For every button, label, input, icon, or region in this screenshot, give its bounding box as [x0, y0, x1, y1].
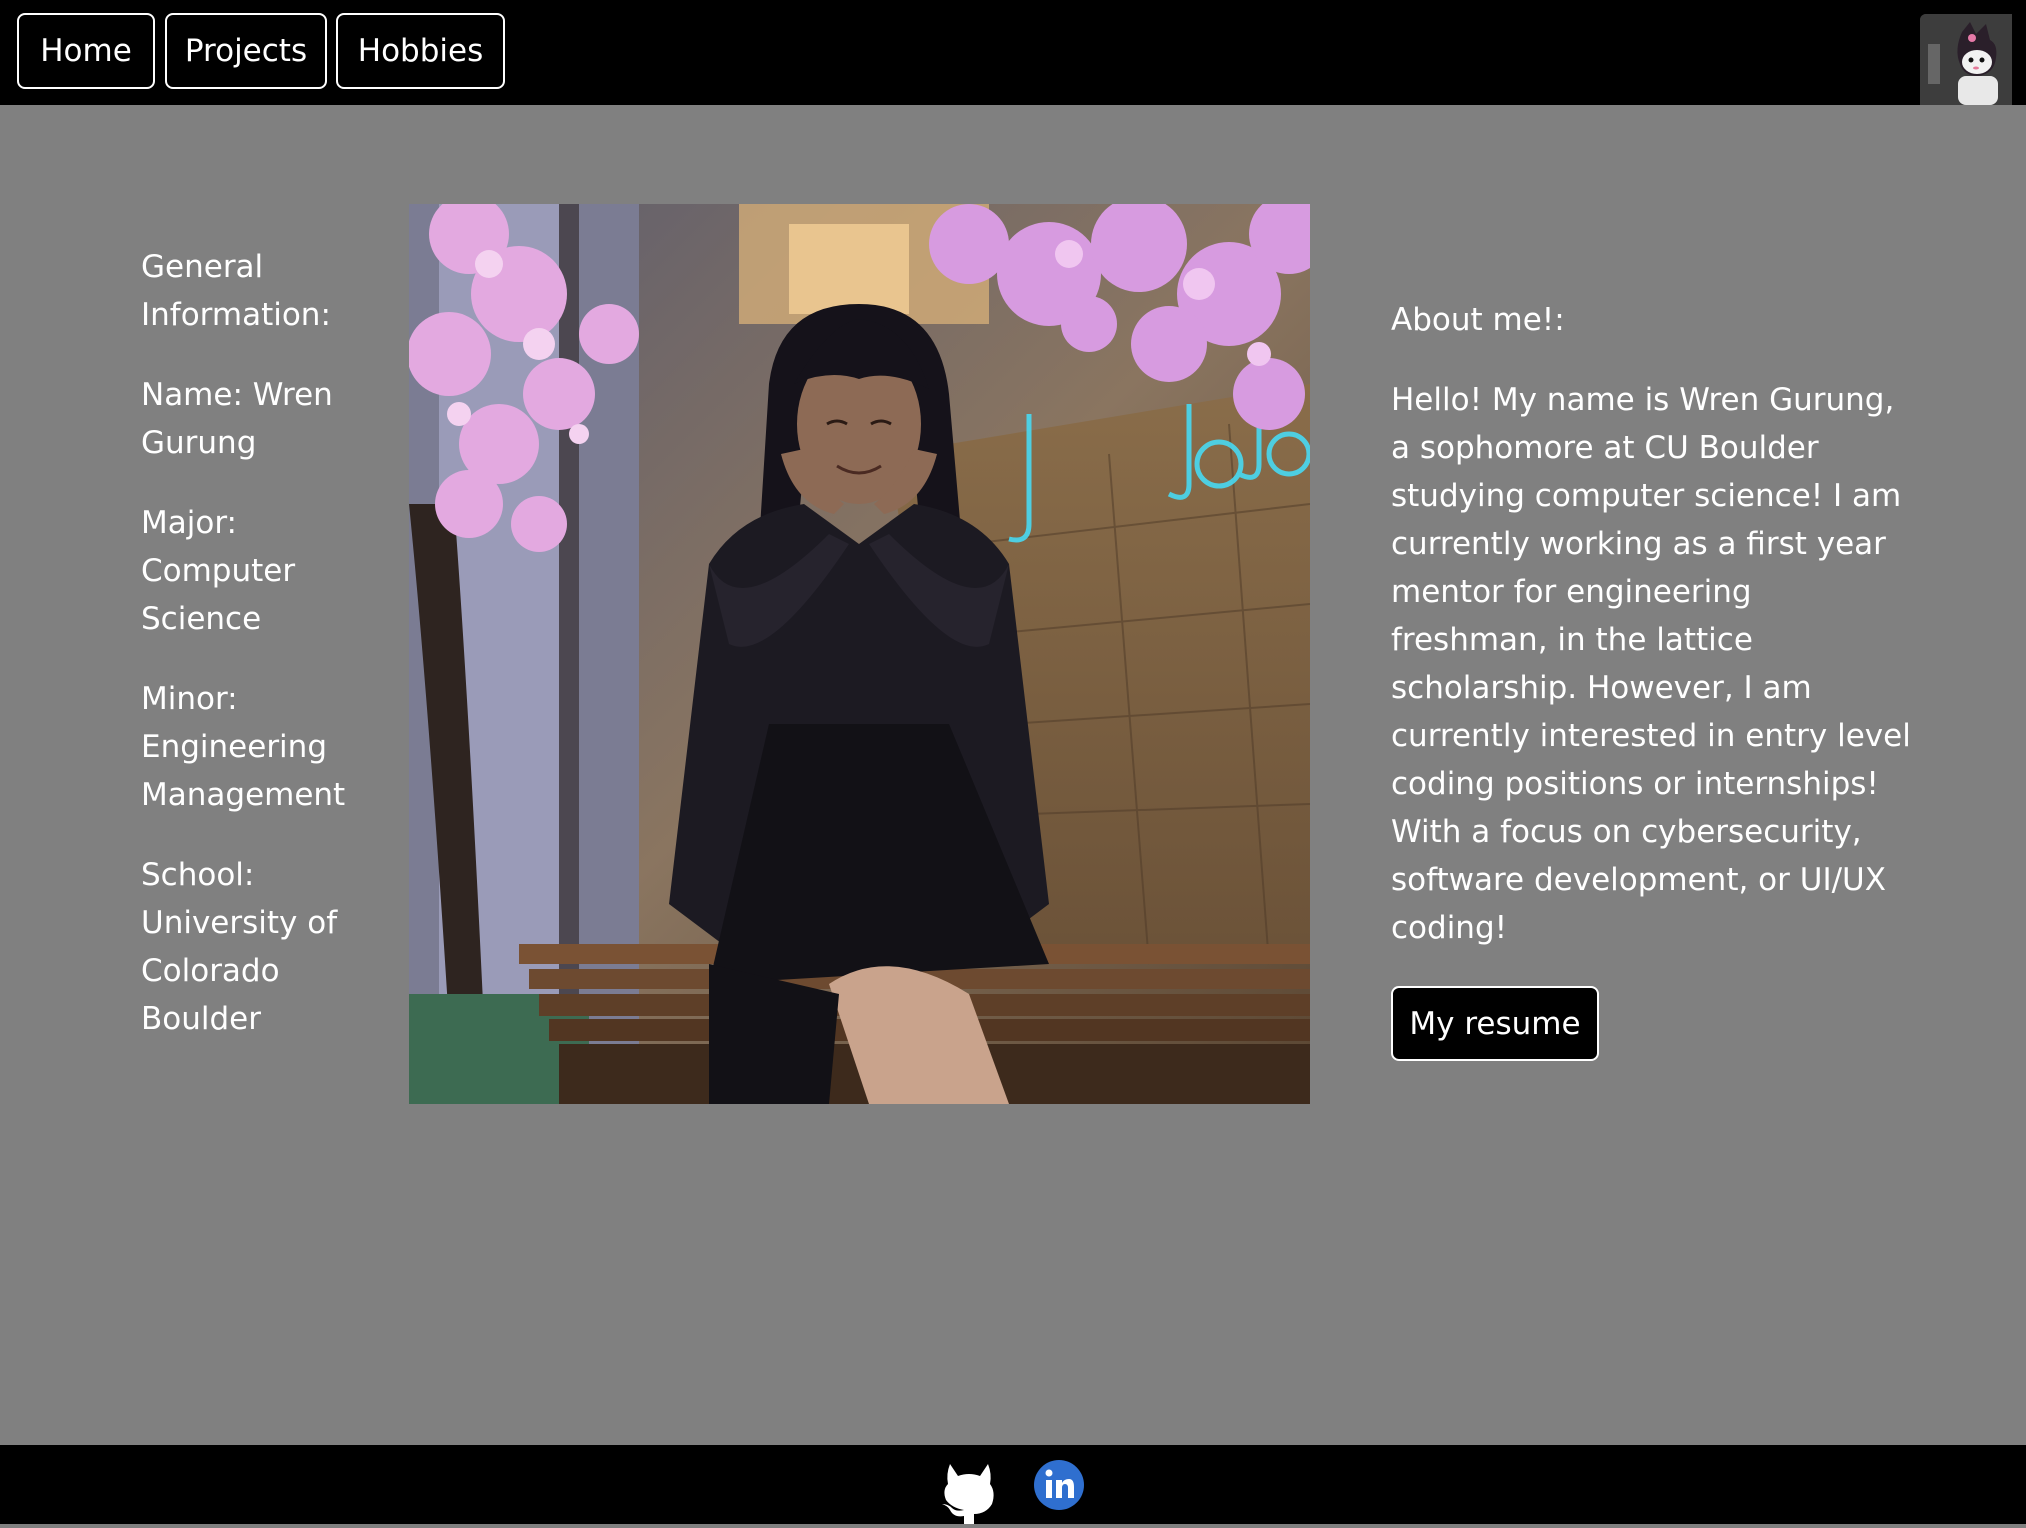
top-navbar: Home Projects Hobbies	[0, 0, 2026, 105]
avatar[interactable]	[1920, 14, 2012, 105]
info-major: Major: Computer Science	[141, 505, 296, 637]
nav-home-button[interactable]: Home	[17, 13, 155, 89]
about-me-section: About me!: Hello! My name is Wren Gurung…	[1391, 296, 1911, 1061]
character-avatar-icon	[1920, 14, 2012, 105]
info-minor: Minor: Engineering Management	[141, 681, 346, 813]
github-icon	[942, 1464, 994, 1524]
profile-photo-image	[409, 204, 1310, 1104]
info-name: Name: Wren Gurung	[141, 377, 333, 461]
main-content: General Information: Name: Wren Gurung M…	[0, 105, 2026, 1445]
nav-hobbies-button[interactable]: Hobbies	[336, 13, 505, 89]
general-info-section: General Information: Name: Wren Gurung M…	[141, 243, 361, 1075]
profile-photo	[409, 204, 1310, 1104]
general-info-heading: General Information:	[141, 249, 331, 333]
info-school: School: University of Colorado Boulder	[141, 857, 338, 1037]
resume-button[interactable]: My resume	[1391, 986, 1599, 1061]
about-body: Hello! My name is Wren Gurung, a sophomo…	[1391, 382, 1911, 946]
footer	[0, 1445, 2026, 1524]
linkedin-link[interactable]	[1034, 1460, 1084, 1510]
about-heading: About me!:	[1391, 302, 1565, 338]
github-link[interactable]	[938, 1460, 1000, 1524]
nav-projects-button[interactable]: Projects	[165, 13, 327, 89]
linkedin-icon	[1034, 1460, 1084, 1510]
